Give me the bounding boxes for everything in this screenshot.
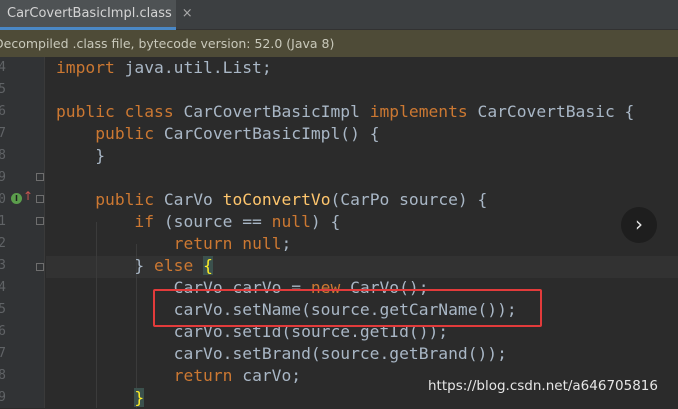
matched-brace: } — [134, 388, 145, 407]
line-number: 8 — [0, 368, 6, 383]
editor-tab-bar: CarCovertBasicImpl.class × — [0, 0, 678, 30]
line-number: 9 — [0, 170, 6, 185]
next-arrow-button[interactable]: › — [621, 207, 657, 243]
line-number: 9 — [0, 390, 6, 405]
code-line: import java.util.List; — [56, 58, 272, 77]
fold-toggle-icon[interactable] — [36, 195, 44, 203]
code-line: return null; — [173, 234, 292, 253]
code-editor[interactable]: import java.util.List; public class CarC… — [46, 57, 678, 408]
line-number: 4 — [0, 280, 6, 295]
line-number: 7 — [0, 346, 6, 361]
red-annotation-box — [153, 289, 542, 327]
fold-toggle-icon[interactable] — [36, 263, 44, 271]
file-tab[interactable]: CarCovertBasicImpl.class × — [0, 0, 193, 30]
code-line: return carVo; — [173, 366, 302, 385]
code-line: carVo.setBrand(source.getBrand()); — [173, 344, 507, 363]
code-line: public class CarCovertBasicImpl implemen… — [56, 102, 635, 121]
line-number: 6 — [0, 324, 6, 339]
line-number: 8 — [0, 148, 6, 163]
line-number: 3 — [0, 258, 6, 273]
line-number: 5 — [0, 82, 6, 97]
line-number: 2 — [0, 236, 6, 251]
line-number: 4 — [0, 60, 6, 75]
line-number-gutter: 4 5 6 7 8 9 0 1 2 3 4 5 6 7 8 9 — [0, 57, 44, 408]
decompiled-notice-text: Decompiled .class file, bytecode version… — [0, 36, 335, 51]
code-line: public CarCovertBasicImpl() { — [95, 124, 380, 143]
implementation-icon[interactable]: I — [11, 193, 22, 204]
override-arrow-icon[interactable]: ↑ — [23, 190, 33, 202]
watermark-url: https://blog.csdn.net/a646705816 — [428, 378, 658, 394]
line-number: 7 — [0, 126, 6, 141]
matched-brace: { — [203, 256, 213, 275]
code-line: } — [95, 146, 106, 165]
code-line: public CarVo toConvertVo(CarPo source) { — [95, 190, 488, 209]
fold-toggle-icon[interactable] — [36, 173, 44, 181]
line-number: 1 — [0, 214, 6, 229]
line-number: 5 — [0, 302, 6, 317]
code-line: if (source == null) { — [134, 212, 341, 231]
fold-toggle-icon[interactable] — [36, 217, 44, 225]
gutter-divider — [44, 57, 45, 408]
line-number: 6 — [0, 104, 6, 119]
code-line: } else { — [134, 256, 213, 275]
file-tab-label: CarCovertBasicImpl.class — [7, 6, 172, 21]
line-number: 0 — [0, 192, 6, 207]
decompiled-notice-banner: Decompiled .class file, bytecode version… — [0, 30, 678, 57]
code-line: } — [56, 387, 145, 408]
close-icon[interactable]: × — [182, 6, 193, 21]
